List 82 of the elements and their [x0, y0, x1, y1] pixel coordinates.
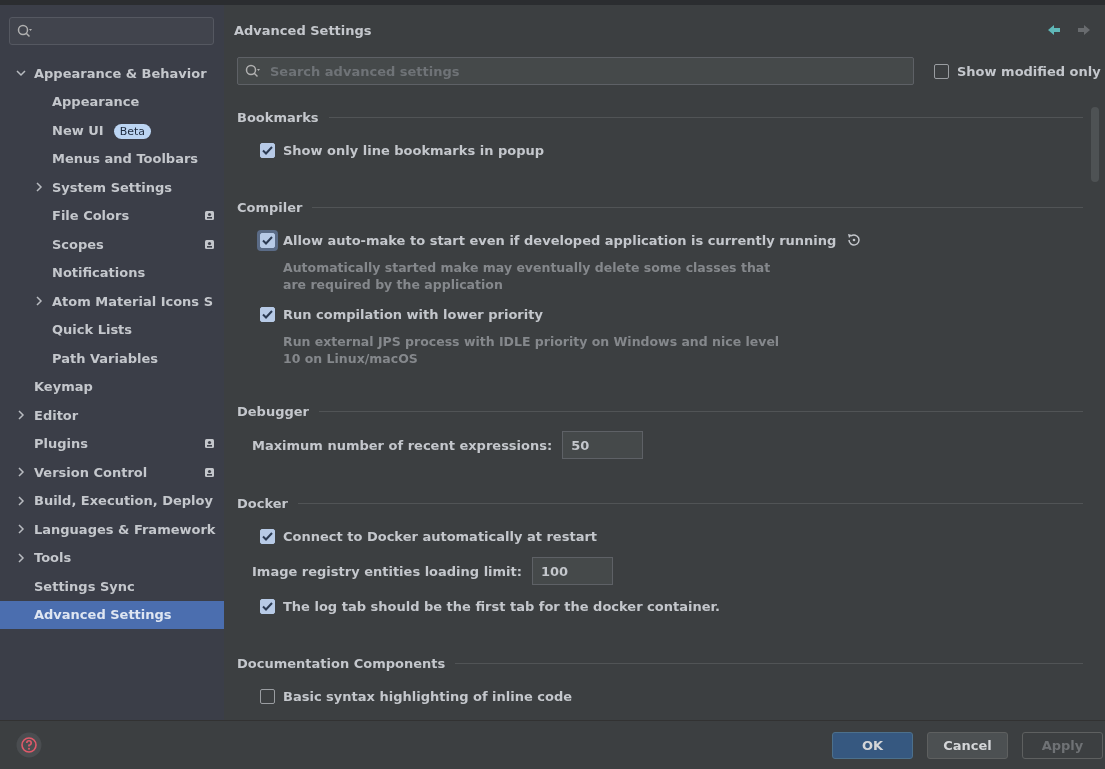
checkbox-label: Connect to Docker automatically at restart: [283, 528, 598, 544]
tree-item[interactable]: Notifications: [0, 258, 224, 287]
tree-item-label: Appearance: [52, 94, 140, 110]
chevron-icon[interactable]: [16, 467, 26, 478]
back-arrow-icon[interactable]: [1048, 25, 1060, 35]
tree-item[interactable]: Appearance & Behavior: [0, 59, 224, 88]
field-label: Maximum number of recent expressions:: [252, 437, 553, 453]
dialog-button[interactable]: OK: [832, 731, 913, 759]
checkbox-label: Allow auto-make to start even if developed application is currently running: [283, 232, 837, 248]
tree-item[interactable]: Quick Lists: [0, 315, 224, 344]
section-title: Docker: [237, 495, 288, 511]
tree-item-label: Scopes: [52, 236, 104, 252]
chevron-icon[interactable]: [16, 68, 26, 79]
page-title: Advanced Settings: [234, 22, 373, 38]
tree-item-label: Build, Execution, Deploy: [34, 493, 213, 509]
search-icon: [245, 64, 261, 78]
tree-item[interactable]: Tools: [0, 543, 224, 572]
field-label: Image registry entities loading limit:: [252, 563, 522, 579]
tree-item[interactable]: Advanced Settings: [0, 600, 224, 629]
tree-item-label: Path Variables: [52, 350, 159, 366]
chevron-icon[interactable]: [16, 552, 26, 563]
tree-item-label: New UI: [52, 122, 104, 138]
chevron-icon[interactable]: [16, 410, 26, 421]
tree-item-label: Editor: [34, 407, 79, 423]
tree-item[interactable]: Plugins: [0, 429, 224, 458]
tree-item[interactable]: Menus and Toolbars: [0, 144, 224, 173]
dialog-button[interactable]: Cancel: [927, 731, 1008, 759]
section-title: Compiler: [237, 199, 303, 215]
checkbox[interactable]: [260, 528, 275, 544]
tree-item-label: Version Control: [34, 464, 148, 480]
tree-item-label: Tools: [34, 550, 72, 566]
tree-item-label: Appearance & Behavior: [34, 65, 207, 81]
checkbox-label: Show only line bookmarks in popup: [283, 142, 545, 158]
checkbox[interactable]: [260, 306, 275, 322]
chevron-icon[interactable]: [34, 182, 44, 193]
tree-item[interactable]: Version Control: [0, 458, 224, 487]
tree-item[interactable]: Languages & Framework: [0, 515, 224, 544]
tree-item[interactable]: System Settings: [0, 173, 224, 202]
chevron-icon[interactable]: [16, 495, 26, 506]
tree-item-label: Settings Sync: [34, 578, 135, 594]
search-field[interactable]: [9, 17, 214, 45]
tree-item[interactable]: Keymap: [0, 372, 224, 401]
section-title: Debugger: [237, 403, 309, 419]
tree-item-label: Advanced Settings: [34, 607, 172, 623]
checkbox[interactable]: [934, 63, 949, 79]
tree-item-label: File Colors: [52, 208, 130, 224]
tree-item[interactable]: Appearance: [0, 87, 224, 116]
tree-item-label: Keymap: [34, 379, 93, 395]
checkbox[interactable]: [260, 142, 275, 158]
checkbox-label: The log tab should be the first tab for the docker container.: [283, 598, 720, 614]
checkbox[interactable]: [260, 688, 275, 704]
number-field[interactable]: 50: [562, 431, 644, 459]
search-icon: [17, 24, 33, 38]
tree-item-label: Quick Lists: [52, 322, 133, 338]
checkbox-label: Basic syntax highlighting of inline code: [283, 688, 573, 704]
tree-item-label: Languages & Framework: [34, 521, 216, 537]
help-icon[interactable]: [16, 732, 42, 758]
chevron-icon[interactable]: [16, 524, 26, 535]
tree-item[interactable]: Settings Sync: [0, 572, 224, 601]
tree-item-label: Plugins: [34, 436, 88, 452]
checkbox-label: Show modified only: [957, 63, 1101, 79]
tree-item[interactable]: Editor: [0, 401, 224, 430]
checkbox-label: Run compilation with lower priority: [283, 306, 543, 322]
tree-item[interactable]: File Colors: [0, 201, 224, 230]
tree-item[interactable]: New UI Beta: [0, 116, 224, 145]
description-text: Automatically started make may eventually delete some classes that are required by the application: [282, 259, 772, 293]
tree-item-label: Menus and Toolbars: [52, 151, 199, 167]
checkbox[interactable]: [260, 598, 275, 614]
beta-badge: Beta: [113, 123, 151, 139]
chevron-icon[interactable]: [34, 296, 44, 307]
tree-item[interactable]: Build, Execution, Deploy: [0, 486, 224, 515]
description-text: Run external JPS process with IDLE priority on Windows and nice level 10 on Linux/macOS: [282, 333, 781, 367]
tree-item[interactable]: Scopes: [0, 230, 224, 259]
number-field[interactable]: 100: [532, 557, 613, 585]
tree-item-label: Notifications: [52, 265, 146, 281]
tree-item-label: System Settings: [52, 179, 173, 195]
tree-item-label: Atom Material Icons S: [52, 293, 213, 309]
tree-item[interactable]: Path Variables: [0, 344, 224, 373]
section-title: Documentation Components: [237, 655, 446, 671]
section-title: Bookmarks: [237, 109, 319, 125]
tree-item[interactable]: Atom Material Icons S: [0, 287, 224, 316]
reset-icon[interactable]: [846, 232, 863, 248]
